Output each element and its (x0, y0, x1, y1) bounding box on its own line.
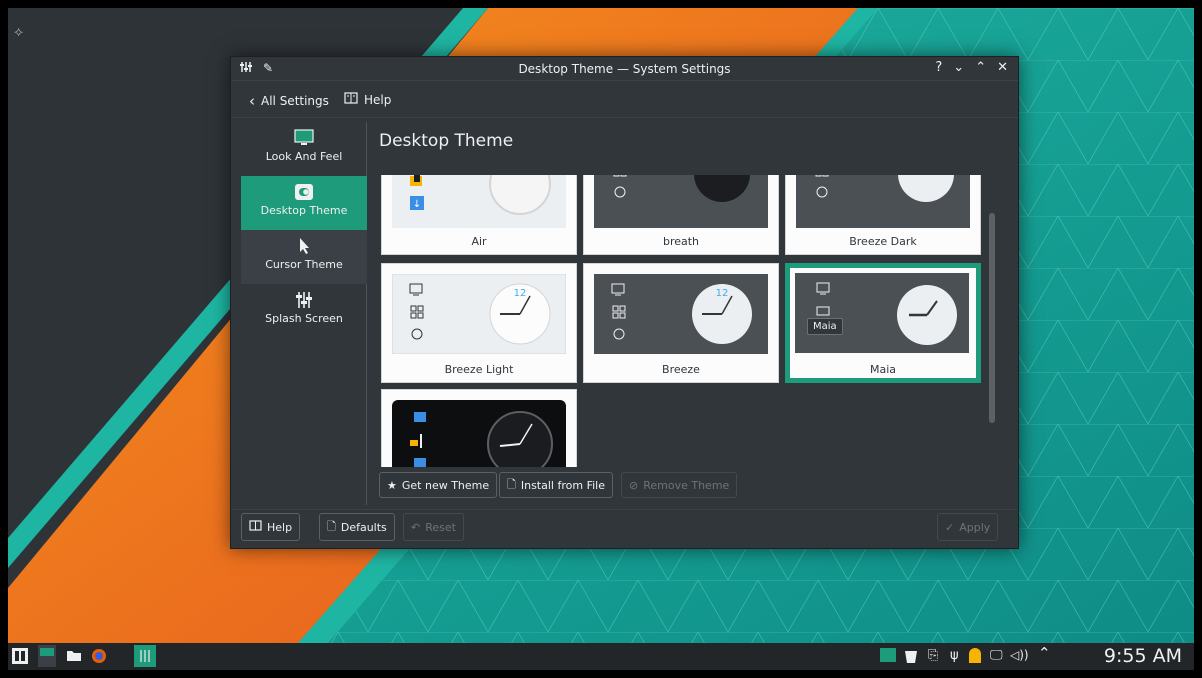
help-book-icon (344, 92, 358, 107)
apply-button[interactable]: ✓ Apply (937, 513, 999, 541)
breeze-preview: 12 (594, 274, 768, 354)
theme-name: Breeze Dark (849, 235, 917, 248)
file-manager-icon[interactable] (66, 648, 82, 665)
clipboard-icon[interactable]: ⎘ (928, 648, 938, 663)
svg-text:↓: ↓ (413, 199, 421, 210)
air-preview: ↓ (392, 175, 566, 228)
svg-text:12: 12 (514, 288, 527, 299)
star-icon: ★ (387, 478, 397, 492)
monitor-icon (241, 128, 367, 148)
reset-button[interactable]: ↶ Reset (403, 513, 464, 541)
maia-preview (795, 273, 969, 353)
theme-card-breeze[interactable]: 12 Breeze (583, 263, 779, 383)
sliders-icon (241, 290, 367, 310)
theme-card-breeze-dark[interactable]: Breeze Dark (785, 175, 981, 255)
theme-name: breath (662, 235, 700, 248)
notes-icon[interactable] (880, 648, 896, 665)
cancel-icon: ⊘ (629, 478, 639, 492)
clock[interactable]: 9:55 AM (1104, 645, 1182, 667)
defaults-button[interactable]: 🗋 Defaults (319, 513, 395, 541)
theme-name: Air (471, 235, 487, 248)
system-settings-window: ✎ Desktop Theme — System Settings ? ⌄ ⌃ … (230, 56, 1019, 549)
firefox-icon[interactable] (91, 648, 107, 667)
checkmark-icon: ✓ (945, 520, 955, 534)
get-new-theme-button[interactable]: ★ Get new Theme (379, 472, 498, 498)
trash-icon[interactable] (904, 648, 918, 667)
sidebar-item-cursor-theme[interactable]: Cursor Theme (241, 230, 367, 284)
usb-icon[interactable]: ψ (950, 648, 959, 663)
desktop-toolbox-icon[interactable]: ⟡ (14, 24, 23, 40)
theme-card-breeze-light[interactable]: 12 Breeze Light (381, 263, 577, 383)
window-title: Desktop Theme — System Settings (518, 62, 731, 76)
sidebar-item-splash-screen[interactable]: Splash Screen (241, 284, 367, 338)
page-title: Desktop Theme (379, 131, 514, 151)
chevron-up-icon[interactable]: ⌃ (1038, 644, 1051, 662)
theme-name: Breeze Light (444, 363, 514, 376)
breeze-dark-preview (796, 175, 970, 228)
toggle-icon (241, 182, 367, 202)
footer-divider (231, 509, 1018, 510)
volume-icon[interactable]: ◁)) (1010, 648, 1029, 662)
application-launcher-icon[interactable] (12, 648, 28, 667)
cursor-icon (241, 236, 367, 256)
help-context-button[interactable]: ? (935, 60, 942, 75)
help-book-icon (249, 520, 262, 534)
breeze-light-preview: 12 (392, 274, 566, 354)
theme-card-black[interactable] (381, 389, 577, 467)
updates-icon[interactable] (968, 648, 982, 667)
theme-grid: ↓ Air breath Breeze Dark 12 Breeze Light… (379, 175, 984, 467)
breath-preview (594, 175, 768, 228)
taskbar: ⎘ ψ 🖵 ◁)) ⌃ 9:55 AM (8, 643, 1194, 670)
footer-help-button[interactable]: Help (241, 513, 301, 541)
document-icon: 🗋 (327, 519, 336, 533)
sidebar-item-desktop-theme[interactable]: Desktop Theme (241, 176, 367, 230)
navigation-bar: ‹ All Settings Help (231, 82, 1018, 118)
title-bar[interactable]: ✎ Desktop Theme — System Settings ? ⌄ ⌃ … (231, 57, 1018, 81)
sidebar-item-look-and-feel[interactable]: Look And Feel (241, 122, 367, 176)
all-settings-button[interactable]: ‹ All Settings (249, 92, 329, 110)
svg-text:12: 12 (716, 288, 729, 299)
network-icon[interactable]: 🖵 (990, 648, 1003, 663)
system-settings-task-icon[interactable] (134, 645, 156, 670)
chevron-left-icon: ‹ (249, 92, 255, 110)
sidebar: Look And Feel Desktop Theme Cursor Theme… (241, 122, 367, 505)
close-button[interactable]: ✕ (997, 60, 1008, 75)
scrollbar[interactable] (989, 213, 995, 423)
black-theme-preview (392, 400, 566, 467)
help-button[interactable]: Help (344, 92, 391, 107)
minimize-button[interactable]: ⌄ (953, 60, 964, 75)
install-from-file-button[interactable]: 🗋 Install from File (499, 472, 613, 498)
tooltip: Maia (807, 318, 843, 335)
theme-name: Maia (869, 363, 897, 376)
document-icon: 🗋 (507, 477, 516, 491)
maximize-button[interactable]: ⌃ (975, 60, 986, 75)
desktop-pager-icon[interactable] (38, 645, 56, 670)
theme-card-breath[interactable]: breath (583, 175, 779, 255)
theme-name: Breeze (662, 363, 700, 376)
undo-icon: ↶ (411, 520, 421, 534)
remove-theme-button[interactable]: ⊘ Remove Theme (621, 472, 738, 498)
theme-card-air[interactable]: ↓ Air (381, 175, 577, 255)
